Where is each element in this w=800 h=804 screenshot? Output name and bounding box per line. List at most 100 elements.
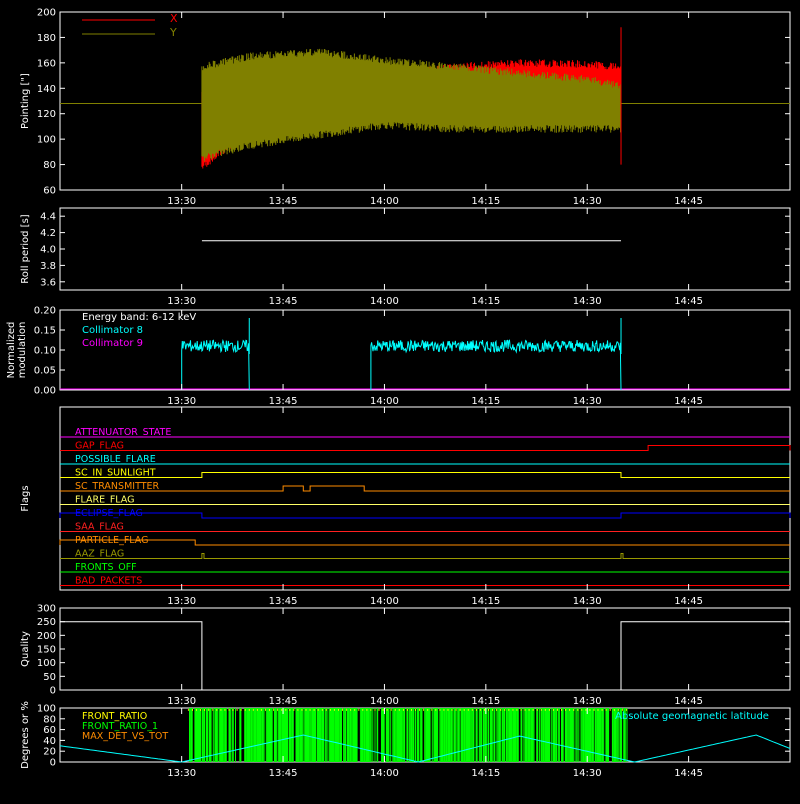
- energy-band-annotation: Energy band: 6-12 keV: [82, 312, 196, 323]
- legend-label-collimator: Collimator 9: [82, 338, 143, 349]
- series-quality: [60, 621, 790, 691]
- flag-label: SC_TRANSMITTER: [75, 481, 160, 492]
- y-tick-label: 120: [37, 109, 56, 120]
- series-front-ratio-bursts: [189, 708, 628, 762]
- x-tick-label: 14:00: [370, 196, 399, 207]
- x-tick-label: 14:00: [370, 296, 399, 307]
- x-tick-label: 13:30: [167, 768, 196, 779]
- x-tick-label: 14:00: [370, 596, 399, 607]
- flag-label: BAD_PACKETS: [75, 576, 142, 587]
- flag-label: ECLIPSE_FLAG: [75, 508, 143, 519]
- flag-label: FRONTS_OFF: [75, 562, 137, 573]
- x-tick-label: 14:15: [471, 296, 500, 307]
- x-tick-label: 14:00: [370, 768, 399, 779]
- x-tick-label: 14:15: [471, 768, 500, 779]
- legend-label-ratio: MAX_DET_VS_TOT: [82, 731, 168, 742]
- flag-label: ATTENUATOR_STATE: [75, 427, 171, 438]
- flag-label: FLARE_FLAG: [75, 495, 135, 506]
- y-tick-label: 0.10: [34, 346, 56, 357]
- x-tick-label: 14:45: [674, 396, 703, 407]
- y-tick-label: 140: [37, 84, 56, 95]
- x-tick-label: 14:45: [674, 696, 703, 707]
- legend-label-collimator: Collimator 8: [82, 325, 143, 336]
- x-tick-label: 14:30: [573, 196, 602, 207]
- y-tick-label: 50: [43, 672, 56, 683]
- y-tick-label: 3.6: [40, 277, 56, 288]
- chart-svg: 608010012014016018020013:30 13:45 14:00 14:…: [6, 8, 791, 779]
- x-tick-label: 13:30: [167, 696, 196, 707]
- x-tick-label: 14:45: [674, 768, 703, 779]
- flag-label: SAA_FLAG: [75, 522, 124, 533]
- y-tick-label: 100: [37, 135, 56, 146]
- flag-label: POSSIBLE_FLARE: [75, 454, 156, 465]
- x-tick-label: 14:00: [370, 696, 399, 707]
- panel-frame-1: [59, 207, 791, 291]
- y-axis-label: Normalized: [6, 322, 17, 379]
- y-tick-label: 20: [43, 747, 56, 758]
- x-tick-label: 14:30: [573, 396, 602, 407]
- y-axis-label: Roll period [s]: [20, 214, 31, 283]
- flag-line-sc-in-sunlight: [60, 472, 790, 478]
- flag-line-aaz-flag: [60, 553, 790, 559]
- x-tick-label: 14:45: [674, 196, 703, 207]
- series-collimator-8-segment-0: [181, 338, 250, 391]
- y-tick-label: 180: [37, 33, 56, 44]
- y-tick-label: 60: [43, 725, 56, 736]
- x-tick-label: 13:45: [269, 768, 298, 779]
- x-tick-label: 14:30: [573, 768, 602, 779]
- y-axis-label: Degrees or %: [20, 701, 31, 769]
- y-axis-label: modulation: [17, 322, 28, 379]
- x-tick-label: 13:30: [167, 196, 196, 207]
- series-collimator-8-segment-1: [370, 339, 622, 391]
- legend-label-x: X: [170, 12, 178, 25]
- y-tick-label: 0.05: [34, 366, 56, 377]
- y-tick-label: 4.4: [40, 212, 56, 223]
- x-tick-label: 14:15: [471, 596, 500, 607]
- x-tick-label: 14:30: [573, 696, 602, 707]
- flag-label: GAP_FLAG: [75, 441, 124, 452]
- y-axis-label: Quality: [20, 631, 31, 667]
- y-tick-label: 150: [37, 645, 56, 656]
- y-tick-label: 300: [37, 604, 56, 615]
- flag-label: PARTICLE_FLAG: [75, 535, 148, 546]
- flag-line-sc-transmitter: [60, 485, 790, 492]
- x-tick-label: 13:30: [167, 296, 196, 307]
- x-tick-label: 14:15: [471, 396, 500, 407]
- y-tick-label: 4.2: [40, 228, 56, 239]
- x-tick-label: 14:00: [370, 396, 399, 407]
- y-tick-label: 0: [50, 758, 56, 769]
- x-tick-label: 13:30: [167, 396, 196, 407]
- x-tick-label: 14:45: [674, 296, 703, 307]
- flag-label: AAZ_FLAG: [75, 549, 124, 560]
- y-tick-label: 40: [43, 736, 56, 747]
- y-tick-label: 0.20: [34, 306, 56, 317]
- y-tick-label: 100: [37, 704, 56, 715]
- flag-label: SC_IN_SUNLIGHT: [75, 468, 156, 479]
- x-tick-label: 14:45: [674, 596, 703, 607]
- x-tick-label: 13:45: [269, 296, 298, 307]
- y-tick-label: 250: [37, 617, 56, 628]
- y-tick-label: 80: [43, 160, 56, 171]
- y-tick-label: 60: [43, 186, 56, 197]
- x-tick-label: 13:45: [269, 696, 298, 707]
- x-tick-label: 13:45: [269, 596, 298, 607]
- y-tick-label: 100: [37, 658, 56, 669]
- y-tick-label: 200: [37, 631, 56, 642]
- y-axis-label: Pointing ["]: [20, 73, 31, 129]
- flag-line-eclipse-flag: [59, 512, 791, 519]
- y-tick-label: 0: [50, 686, 56, 697]
- y-tick-label: 200: [37, 8, 56, 19]
- x-tick-label: 13:45: [269, 196, 298, 207]
- y-tick-label: 0.00: [34, 386, 56, 397]
- y-axis-label: Flags: [20, 485, 31, 511]
- y-tick-label: 80: [43, 714, 56, 725]
- flag-line-particle-flag: [59, 539, 790, 546]
- x-tick-label: 13:30: [167, 596, 196, 607]
- x-tick-label: 13:45: [269, 396, 298, 407]
- chart-area: 60 80 100 120 140 160 180 200 13:30 13:45 14:00 14:…: [0, 0, 800, 800]
- x-tick-label: 14:15: [471, 196, 500, 207]
- y-tick-label: 0.15: [34, 326, 56, 337]
- flag-line-gap-flag: [60, 445, 791, 451]
- x-tick-label: 14:30: [573, 296, 602, 307]
- x-tick-label: 14:15: [471, 696, 500, 707]
